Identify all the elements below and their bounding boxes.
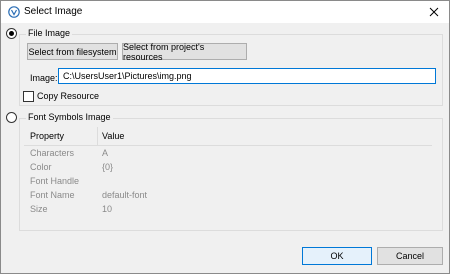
select-image-dialog: Select Image File Image Select from file… xyxy=(0,0,450,274)
cancel-button[interactable]: Cancel xyxy=(377,247,443,265)
table-row-property: Font Handle xyxy=(30,176,80,186)
dialog-footer: OK Cancel xyxy=(1,233,449,273)
font-symbols-radio[interactable] xyxy=(6,112,17,123)
app-logo-icon xyxy=(8,6,20,18)
file-image-radio[interactable] xyxy=(6,28,17,39)
ok-button[interactable]: OK xyxy=(302,247,372,265)
header-divider xyxy=(24,145,432,146)
image-field-label: Image: xyxy=(30,73,58,83)
close-icon xyxy=(429,7,439,17)
table-row-value: 10 xyxy=(102,204,113,214)
file-image-group: File Image Select from filesystem Select… xyxy=(19,28,443,106)
select-from-resources-button[interactable]: Select from project's resources xyxy=(122,42,247,62)
table-row-property: Font Name xyxy=(30,190,75,200)
table-row-property: Characters xyxy=(30,148,75,158)
copy-resource-checkbox[interactable] xyxy=(23,91,34,102)
copy-resource-label: Copy Resource xyxy=(37,91,100,101)
window-title: Select Image xyxy=(24,6,83,17)
table-row-property: Color xyxy=(30,162,52,172)
title-bar: Select Image xyxy=(1,1,449,23)
table-row-value: default-font xyxy=(102,190,148,200)
select-from-filesystem-button[interactable]: Select from filesystem xyxy=(27,43,118,60)
font-symbols-label: Font Symbols Image xyxy=(26,112,113,122)
table-row-value: {0} xyxy=(102,162,114,172)
close-button[interactable] xyxy=(423,2,445,22)
image-path-input[interactable]: C:\UsersUser1\Pictures\img.png xyxy=(58,68,436,84)
property-column-header: Property xyxy=(30,131,65,141)
column-separator xyxy=(97,127,98,145)
table-row-value: A xyxy=(102,148,109,158)
file-image-label: File Image xyxy=(26,28,73,38)
property-table: Property Value Characters A Color {0} Fo… xyxy=(24,127,432,227)
font-symbols-group: Font Symbols Image Property Value Charac… xyxy=(19,112,443,231)
table-row-property: Size xyxy=(30,204,48,214)
value-column-header: Value xyxy=(102,131,125,141)
